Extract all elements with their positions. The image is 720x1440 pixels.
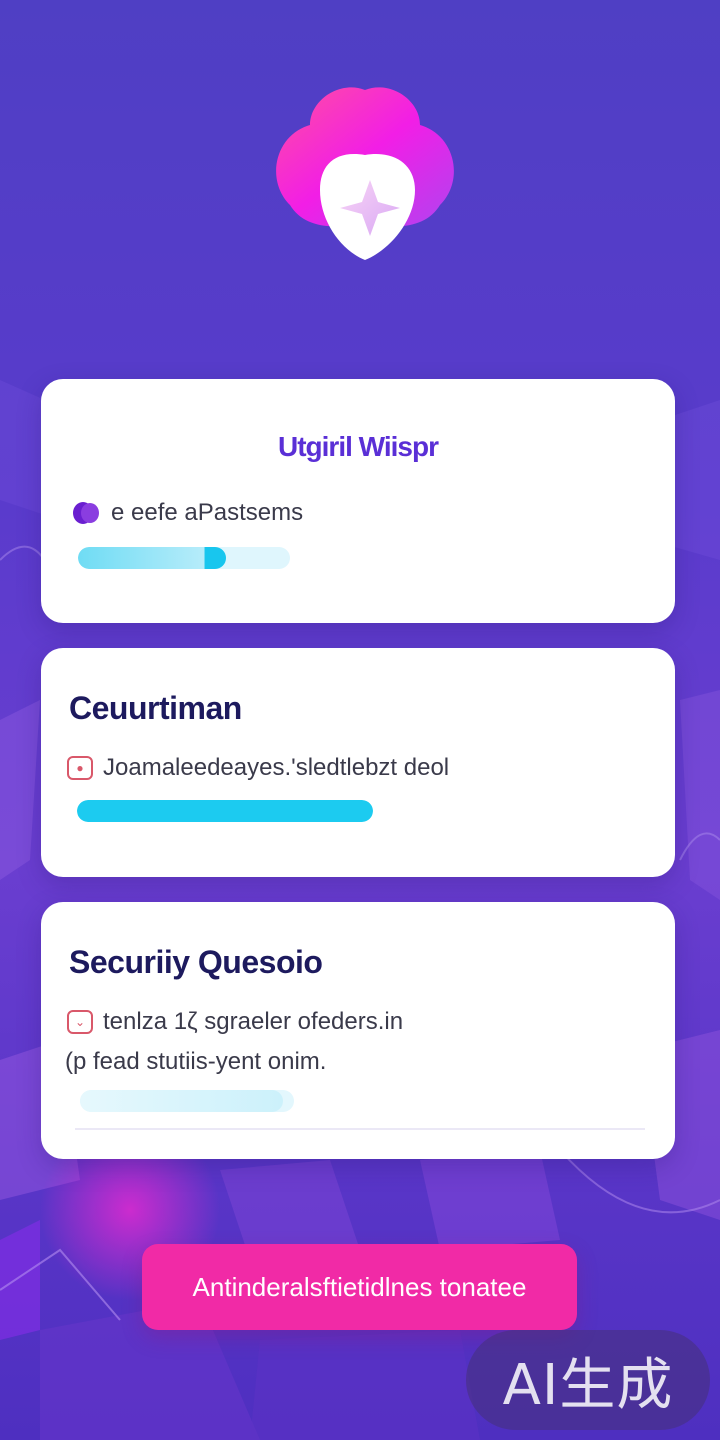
security-question-card[interactable]: Securiiy Quesoio ⌄ tenlza 1ζ sgraeler of… bbox=[41, 902, 675, 1159]
row-text: tenlza 1ζ sgraeler ofeders.in bbox=[103, 1008, 404, 1035]
row-text-secondary: (p fead stutiis-yent onim. bbox=[65, 1048, 327, 1075]
card-row: ● Joamaleedeayes.'sledtlebzt deol bbox=[67, 754, 449, 782]
progress-bar bbox=[77, 800, 373, 822]
alert-box-icon: ● bbox=[67, 756, 93, 780]
purple-blob-icon bbox=[73, 502, 99, 524]
ai-generated-watermark: AI生成 bbox=[466, 1330, 710, 1430]
username-card[interactable]: Utgiril Wiispr e eefe aPastsems bbox=[41, 379, 675, 623]
row-text: e eefe aPastsems bbox=[111, 499, 304, 526]
row-text: Joamaleedeayes.'sledtlebzt deol bbox=[103, 754, 450, 781]
divider bbox=[75, 1128, 645, 1130]
continue-button[interactable]: Antinderalsftietidlnes tonatee bbox=[142, 1244, 577, 1330]
card-row: e eefe aPastsems bbox=[71, 499, 303, 527]
password-card[interactable]: Ceuurtiman ● Joamaleedeayes.'sledtlebzt … bbox=[41, 648, 675, 877]
card-title: Utgiril Wiispr bbox=[278, 431, 439, 462]
progress-fill bbox=[78, 547, 227, 569]
card-title: Securiiy Quesoio bbox=[69, 944, 323, 980]
card-row: ⌄ tenlza 1ζ sgraeler ofeders.in bbox=[67, 1008, 403, 1036]
progress-fill bbox=[80, 1090, 284, 1112]
card-title: Ceuurtiman bbox=[69, 690, 242, 726]
progress-bar bbox=[80, 1090, 294, 1112]
shield-heart-logo-icon bbox=[276, 87, 454, 260]
progress-bar bbox=[78, 547, 290, 569]
progress-fill bbox=[77, 800, 373, 822]
chevron-down-box-icon[interactable]: ⌄ bbox=[67, 1010, 93, 1034]
